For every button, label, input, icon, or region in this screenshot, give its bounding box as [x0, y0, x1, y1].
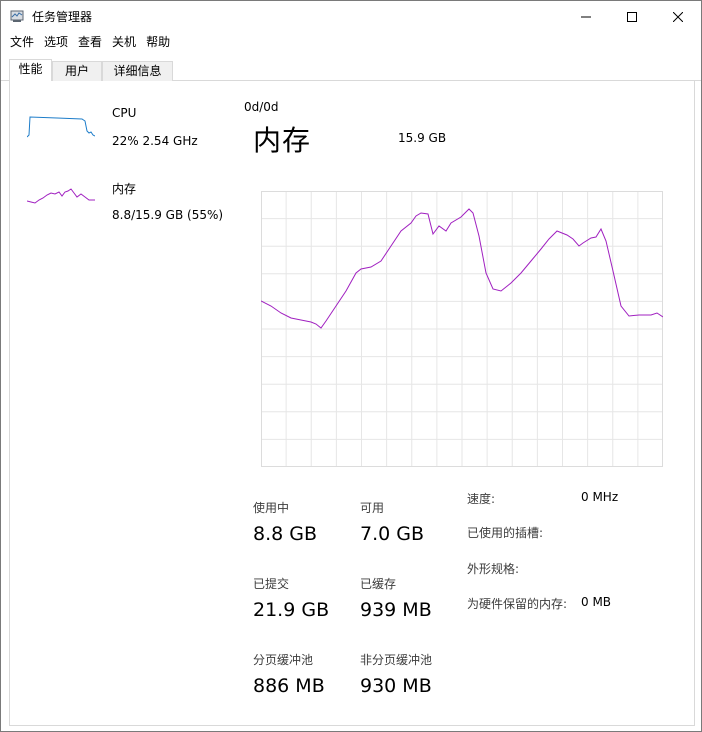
stat-in-use-label: 使用中: [253, 501, 290, 515]
sidebar-cpu-label: CPU: [112, 106, 137, 120]
title-bar[interactable]: 任务管理器: [1, 1, 701, 32]
stat-in-use-value: 8.8 GB: [253, 523, 318, 545]
detail-speed-label: 速度:: [467, 492, 496, 506]
close-button[interactable]: [655, 1, 701, 32]
stat-cached: 已缓存 939 MB: [360, 575, 432, 621]
sidebar-memory-value: 8.8/15.9 GB (55%): [112, 208, 224, 222]
sidebar-cpu-value: 22% 2.54 GHz: [112, 134, 198, 148]
stat-committed: 已提交 21.9 GB: [253, 575, 329, 621]
detail-hw-reserved-value: 0 MB: [581, 595, 612, 609]
stat-in-use: 使用中 8.8 GB: [253, 499, 317, 545]
page-title: 内存: [253, 124, 312, 157]
menu-file[interactable]: 文件: [5, 32, 39, 53]
graph-time-label: 0d/0d: [244, 100, 279, 114]
menu-view[interactable]: 查看: [73, 32, 107, 53]
stat-available-label: 可用: [360, 501, 385, 515]
stat-committed-value: 21.9 GB: [253, 599, 330, 621]
stat-paged-pool-label: 分页缓冲池: [253, 653, 314, 667]
sidebar-memory-label: 内存: [112, 182, 137, 196]
menu-bar: 文件 选项 查看 关机 帮助: [1, 32, 701, 53]
stat-paged-pool: 分页缓冲池 886 MB: [253, 651, 325, 697]
stat-cached-label: 已缓存: [360, 577, 397, 591]
close-icon: [673, 11, 683, 22]
menu-options[interactable]: 选项: [39, 32, 73, 53]
memory-thumbnail-graph: [27, 188, 95, 204]
stat-non-paged-pool-value: 930 MB: [360, 675, 432, 697]
tab-performance[interactable]: 性能: [9, 59, 52, 82]
maximize-button[interactable]: [609, 1, 655, 32]
minimize-icon: [581, 16, 591, 17]
stat-available: 可用 7.0 GB: [360, 499, 424, 545]
stat-cached-value: 939 MB: [360, 599, 432, 621]
tab-strip: 性能 用户 详细信息: [1, 53, 701, 82]
window-title: 任务管理器: [32, 10, 93, 24]
maximize-icon: [627, 11, 637, 22]
task-manager-icon: [10, 9, 26, 23]
tab-users[interactable]: 用户: [52, 61, 102, 81]
detail-slots-label: 已使用的插槽:: [467, 526, 544, 540]
menu-shutdown[interactable]: 关机: [107, 32, 141, 53]
minimize-button[interactable]: [563, 1, 609, 32]
stat-committed-label: 已提交: [253, 577, 290, 591]
detail-speed-value: 0 MHz: [581, 490, 619, 504]
detail-form-factor-label: 外形规格:: [467, 562, 520, 576]
stat-paged-pool-value: 886 MB: [253, 675, 325, 697]
stat-available-value: 7.0 GB: [360, 523, 425, 545]
detail-hw-reserved-label: 为硬件保留的内存:: [467, 597, 568, 611]
tab-details[interactable]: 详细信息: [102, 61, 173, 81]
memory-usage-graph: [261, 191, 663, 467]
task-manager-window: 任务管理器 文件 选项 查看 关机 帮助 性能 用户 详细信息 CPU 22% …: [0, 0, 702, 732]
cpu-thumbnail-graph: [27, 116, 95, 138]
stat-non-paged-pool-label: 非分页缓冲池: [360, 653, 433, 667]
stat-non-paged-pool: 非分页缓冲池 930 MB: [360, 651, 432, 697]
menu-help[interactable]: 帮助: [141, 32, 175, 53]
memory-total: 15.9 GB: [398, 131, 447, 145]
